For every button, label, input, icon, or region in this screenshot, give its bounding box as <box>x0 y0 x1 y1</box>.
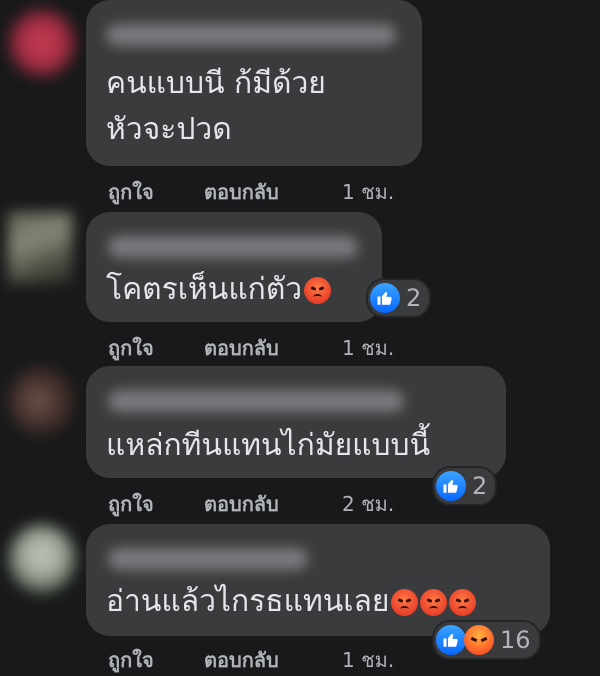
avatar[interactable] <box>8 366 76 436</box>
comment-text: หัวจะปวด <box>106 112 232 147</box>
like-icon <box>436 625 466 655</box>
comment-text: แหล่กทีนแทนไก่มัยแบบนี้ <box>106 428 431 463</box>
reaction-count: 16 <box>500 626 531 654</box>
comment-text-content: อ่านแล้วไกรธแทนเลย <box>106 584 390 619</box>
comment-actions: ถูกใจ ตอบกลับ 1 ชม. <box>108 176 394 208</box>
like-link[interactable]: ถูกใจ <box>108 176 204 208</box>
like-link[interactable]: ถูกใจ <box>108 488 204 520</box>
commenter-name[interactable] <box>108 390 404 412</box>
reaction-summary[interactable]: 2 <box>432 466 498 506</box>
commenter-name[interactable] <box>108 548 308 570</box>
comment-text: โคตรเห็นแก่ตัว <box>106 268 332 312</box>
reply-link[interactable]: ตอบกลับ <box>204 332 342 364</box>
timestamp[interactable]: 2 ชม. <box>342 488 394 520</box>
commenter-name[interactable] <box>108 236 358 258</box>
comment-text: อ่านแล้วไกรธแทนเลย <box>106 580 477 624</box>
reaction-count: 2 <box>406 284 422 312</box>
like-icon <box>436 471 466 501</box>
reaction-summary[interactable]: 16 <box>432 620 541 660</box>
reaction-summary[interactable]: 2 <box>366 278 432 318</box>
avatar[interactable] <box>8 8 76 78</box>
like-link[interactable]: ถูกใจ <box>108 644 204 676</box>
angry-face-icon <box>304 277 332 304</box>
angry-icon <box>464 625 494 655</box>
reply-link[interactable]: ตอบกลับ <box>204 176 342 208</box>
comment-actions: ถูกใจ ตอบกลับ 2 ชม. <box>108 488 394 520</box>
angry-face-icon <box>391 589 419 616</box>
angry-face-icon <box>449 589 477 616</box>
angry-face-icon <box>420 589 448 616</box>
comment-actions: ถูกใจ ตอบกลับ 1 ชม. <box>108 644 394 676</box>
avatar[interactable] <box>8 524 76 594</box>
comment-actions: ถูกใจ ตอบกลับ 1 ชม. <box>108 332 394 364</box>
comment-bubble: คนแบบนี ก้มีด้วย หัวจะปวด <box>86 0 422 166</box>
reply-link[interactable]: ตอบกลับ <box>204 644 342 676</box>
comment-bubble: โคตรเห็นแก่ตัว <box>86 212 382 322</box>
like-icon <box>370 283 400 313</box>
comment-text: คนแบบนี ก้มีด้วย <box>106 66 326 101</box>
comment-bubble: แหล่กทีนแทนไก่มัยแบบนี้ <box>86 366 506 478</box>
reaction-count: 2 <box>472 472 488 500</box>
comment-text-content: โคตรเห็นแก่ตัว <box>106 272 303 307</box>
reply-link[interactable]: ตอบกลับ <box>204 488 342 520</box>
avatar[interactable] <box>8 212 72 284</box>
timestamp[interactable]: 1 ชม. <box>342 644 394 676</box>
timestamp[interactable]: 1 ชม. <box>342 176 394 208</box>
commenter-name[interactable] <box>106 24 396 46</box>
like-link[interactable]: ถูกใจ <box>108 332 204 364</box>
timestamp[interactable]: 1 ชม. <box>342 332 394 364</box>
